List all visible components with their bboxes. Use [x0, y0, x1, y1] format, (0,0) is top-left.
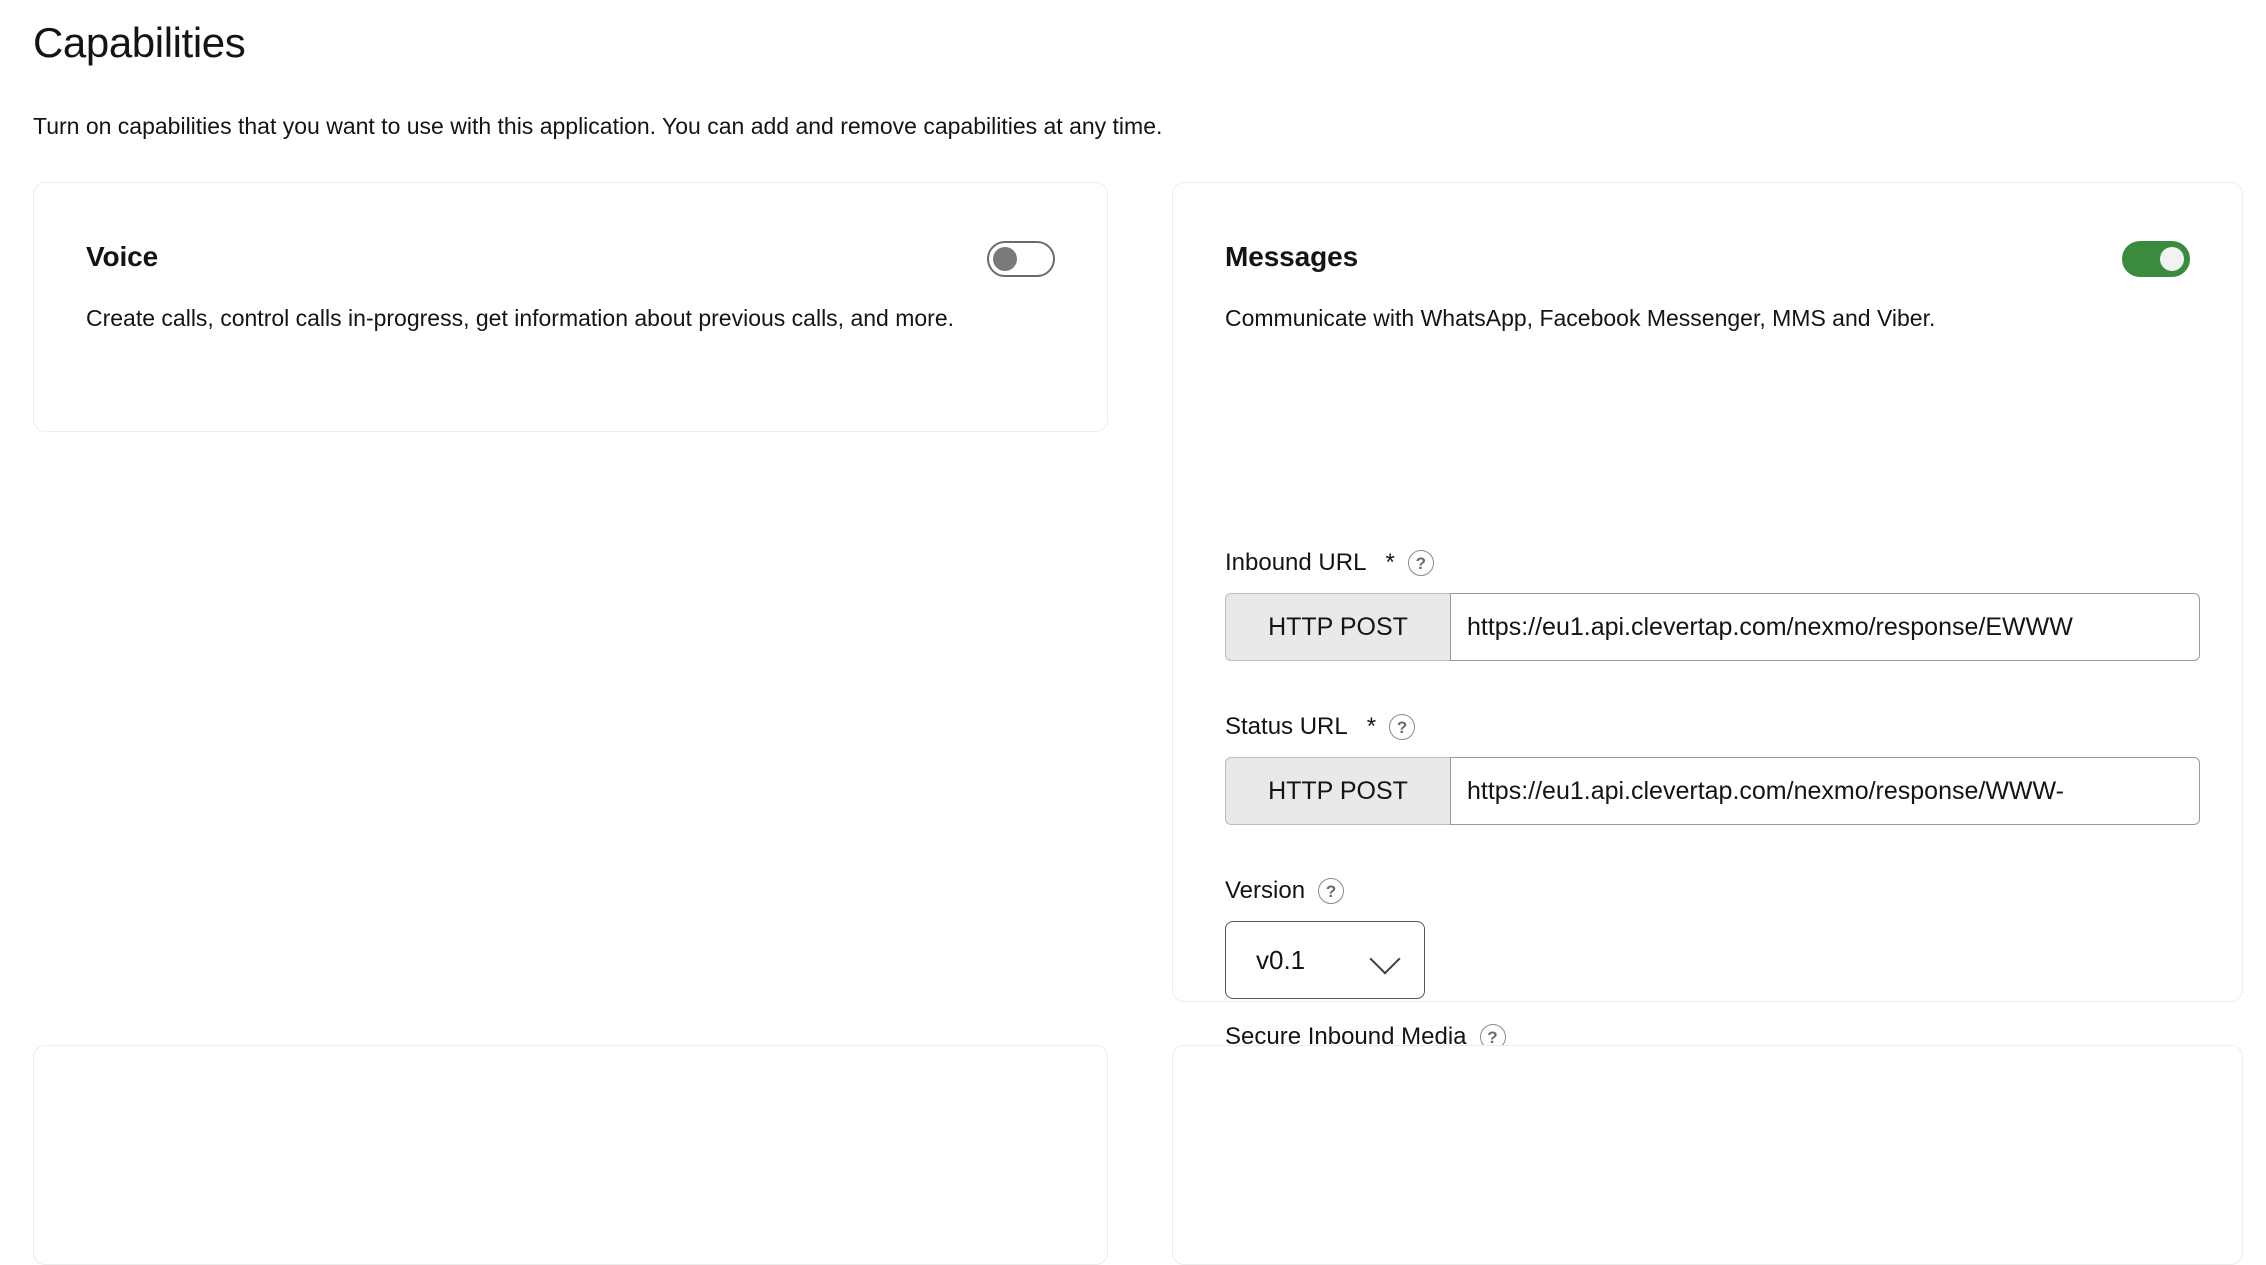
status-url-method-chip: HTTP POST [1225, 757, 1450, 825]
messages-toggle-knob [2160, 247, 2184, 271]
status-url-input[interactable] [1450, 757, 2200, 825]
next-capability-card-right [1172, 1045, 2243, 1265]
voice-toggle-knob [993, 247, 1017, 271]
voice-card-header: Voice [86, 238, 1055, 282]
inbound-url-required-marker: * [1385, 549, 1395, 576]
status-url-required-marker: * [1366, 713, 1377, 740]
version-select[interactable]: v0.1 [1225, 921, 1425, 999]
inbound-url-method-chip: HTTP POST [1225, 593, 1450, 661]
messages-capability-card: Messages Communicate with WhatsApp, Face… [1172, 182, 2243, 1123]
inbound-url-field: Inbound URL * ? HTTP POST [1225, 547, 2200, 661]
help-icon[interactable]: ? [1318, 878, 1345, 904]
inbound-url-label-text: Inbound URL [1225, 549, 1367, 576]
help-icon[interactable]: ? [1407, 550, 1434, 576]
next-capability-card-left [33, 1045, 1108, 1265]
capabilities-page: Capabilities Turn on capabilities that y… [0, 0, 2266, 1265]
chevron-down-icon [1369, 943, 1401, 975]
page-subtitle: Turn on capabilities that you want to us… [33, 113, 1163, 139]
voice-card-description: Create calls, control calls in-progress,… [86, 305, 955, 331]
inbound-url-input-group: HTTP POST [1225, 593, 2200, 661]
messages-card-description: Communicate with WhatsApp, Facebook Mess… [1225, 305, 1936, 331]
version-field: Version ? v0.1 [1225, 875, 1425, 999]
status-url-label: Status URL * ? [1225, 711, 2200, 743]
messages-toggle[interactable] [2122, 241, 2190, 277]
status-url-label-text: Status URL [1225, 713, 1348, 740]
version-label: Version ? [1225, 875, 1425, 907]
help-icon[interactable]: ? [1389, 714, 1416, 740]
inbound-url-label: Inbound URL * ? [1225, 547, 2200, 579]
messages-card-title: Messages [1225, 241, 1359, 272]
version-select-value: v0.1 [1256, 944, 1306, 975]
messages-card-header: Messages [1225, 238, 2190, 282]
voice-card-title: Voice [86, 241, 159, 272]
version-label-text: Version [1225, 877, 1306, 904]
inbound-url-input[interactable] [1450, 593, 2200, 661]
status-url-input-group: HTTP POST [1225, 757, 2200, 825]
status-url-field: Status URL * ? HTTP POST [1225, 711, 2200, 825]
voice-capability-card: Voice Create calls, control calls in-pro… [33, 182, 1108, 432]
voice-toggle[interactable] [987, 241, 1055, 277]
page-title: Capabilities [33, 19, 246, 66]
